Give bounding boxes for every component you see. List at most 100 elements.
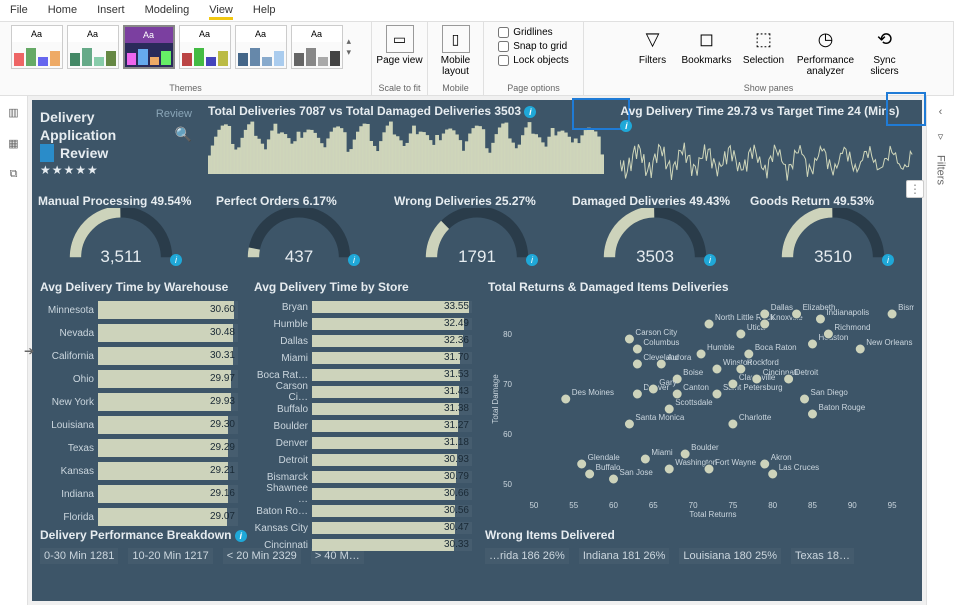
bar-row[interactable]: Denver 31.18 bbox=[254, 436, 472, 450]
svg-text:Bismarck: Bismarck bbox=[898, 303, 914, 312]
bar-row[interactable]: Bismarck 30.79 bbox=[254, 470, 472, 484]
bar-row[interactable]: Nevada 30.48 bbox=[40, 323, 238, 343]
bar-row[interactable]: Buffalo 31.38 bbox=[254, 402, 472, 416]
svg-text:Scottsdale: Scottsdale bbox=[675, 398, 713, 407]
svg-text:Buffalo: Buffalo bbox=[596, 463, 621, 472]
mobile-layout-button[interactable]: ▯Mobile layout bbox=[428, 25, 484, 77]
theme-swatch[interactable]: Aa bbox=[179, 25, 231, 69]
gauge-card[interactable]: Manual Processing 49.54% 3,511 i bbox=[32, 188, 210, 274]
review-link[interactable]: Review bbox=[156, 108, 192, 126]
gauge-card[interactable]: Damaged Deliveries 49.43% 3503 i bbox=[566, 188, 744, 274]
bar-row[interactable]: Ohio 29.97 bbox=[40, 369, 238, 389]
report-canvas[interactable]: ⋮ ➔ Delivery Review Application 🔍 Review bbox=[28, 96, 926, 605]
bar-row[interactable]: Shawnee … 30.66 bbox=[254, 487, 472, 501]
collapse-icon[interactable]: ‹ bbox=[939, 106, 943, 118]
menu-modeling[interactable]: Modeling bbox=[145, 4, 190, 17]
bar-row[interactable]: Dallas 32.36 bbox=[254, 334, 472, 348]
bar-row[interactable]: Bryan 33.55 bbox=[254, 300, 472, 314]
bar-row[interactable]: Indiana 29.16 bbox=[40, 484, 238, 504]
svg-text:Columbus: Columbus bbox=[643, 338, 679, 347]
bar-row[interactable]: California 30.31 bbox=[40, 346, 238, 366]
sync-slicers-button[interactable]: ⟲Sync slicers bbox=[863, 25, 907, 77]
lock-objects-checkbox[interactable]: Lock objects bbox=[498, 55, 569, 66]
bookmarks-pane-button[interactable]: ◻Bookmarks bbox=[679, 25, 735, 77]
info-icon[interactable]: i bbox=[882, 254, 894, 266]
ribbon-group-themes: Aa Aa Aa Aa Aa Aa ▴▾ Themes bbox=[0, 22, 372, 95]
menu-view[interactable]: View bbox=[209, 4, 233, 17]
info-icon[interactable]: i bbox=[526, 254, 538, 266]
svg-text:Des Moines: Des Moines bbox=[572, 388, 614, 397]
scatter-chart: 5055606570758085909550607080Total Return… bbox=[488, 300, 914, 518]
gauge-card[interactable]: Wrong Deliveries 25.27% 1791 i bbox=[388, 188, 566, 274]
bar-row[interactable]: Kansas 29.21 bbox=[40, 461, 238, 481]
bar-row[interactable]: Boulder 31.27 bbox=[254, 419, 472, 433]
gauge-card[interactable]: Goods Return 49.53% 3510 i bbox=[744, 188, 922, 274]
gridlines-checkbox[interactable]: Gridlines bbox=[498, 27, 569, 38]
bar-row[interactable]: Boca Rat… 31.53 bbox=[254, 368, 472, 382]
theme-swatch-selected[interactable]: Aa bbox=[123, 25, 175, 69]
snap-to-grid-checkbox[interactable]: Snap to grid bbox=[498, 41, 569, 52]
theme-swatch[interactable]: Aa bbox=[11, 25, 63, 69]
menu-home[interactable]: Home bbox=[48, 4, 77, 17]
menu-insert[interactable]: Insert bbox=[97, 4, 125, 17]
info-icon[interactable]: i bbox=[348, 254, 360, 266]
total-deliveries-kpi[interactable]: Total Deliveries 7087 vs Total Damaged D… bbox=[200, 100, 612, 188]
menu-file[interactable]: File bbox=[10, 4, 28, 17]
theme-swatch[interactable]: Aa bbox=[291, 25, 343, 69]
performance-analyzer-button[interactable]: ◷Performance analyzer bbox=[793, 25, 859, 77]
svg-text:90: 90 bbox=[848, 501, 857, 510]
svg-text:70: 70 bbox=[503, 380, 512, 389]
gauge-card[interactable]: Perfect Orders 6.17% 437 i bbox=[210, 188, 388, 274]
info-icon[interactable]: i bbox=[704, 254, 716, 266]
bar-row[interactable]: Humble 32.49 bbox=[254, 317, 472, 331]
theme-swatch[interactable]: Aa bbox=[67, 25, 119, 69]
scatter-panel[interactable]: Total Returns & Damaged Items Deliveries… bbox=[480, 274, 922, 522]
bar-row[interactable]: Miami 31.70 bbox=[254, 351, 472, 365]
dashboard: ⋮ ➔ Delivery Review Application 🔍 Review bbox=[32, 100, 922, 601]
bar-row[interactable]: Detroit 30.93 bbox=[254, 453, 472, 467]
bar-row[interactable]: Texas 29.29 bbox=[40, 438, 238, 458]
avg-delivery-time-kpi[interactable]: Avg Delivery Time 29.73 vs Target Time 2… bbox=[612, 100, 922, 188]
svg-text:Total Returns: Total Returns bbox=[689, 510, 736, 518]
wrong-items-panel[interactable]: Wrong Items Delivered …rida 186 26% Indi… bbox=[477, 522, 922, 566]
mobile-icon: ▯ bbox=[442, 25, 470, 53]
svg-text:Elizabeth: Elizabeth bbox=[803, 303, 836, 312]
filters-pane-button[interactable]: ▽Filters bbox=[631, 25, 675, 77]
info-icon[interactable]: i bbox=[170, 254, 182, 266]
store-panel[interactable]: Avg Delivery Time by Store Bryan 33.55 H… bbox=[246, 274, 480, 522]
ribbon: Aa Aa Aa Aa Aa Aa ▴▾ Themes ▭Page view S… bbox=[0, 22, 954, 96]
search-icon[interactable]: 🔍 bbox=[175, 126, 192, 144]
svg-text:Carson City: Carson City bbox=[635, 328, 677, 337]
bar-row[interactable]: Louisiana 29.30 bbox=[40, 415, 238, 435]
info-icon[interactable]: i bbox=[620, 120, 632, 132]
svg-text:Miami: Miami bbox=[651, 448, 673, 457]
svg-text:Aurora: Aurora bbox=[667, 353, 692, 362]
dashboard-title-card: Delivery Review Application 🔍 Review ★★★… bbox=[32, 100, 200, 188]
bar-row[interactable]: Baton Ro… 30.56 bbox=[254, 504, 472, 518]
bar-row[interactable]: New York 29.93 bbox=[40, 392, 238, 412]
model-view-icon[interactable]: ⧉ bbox=[10, 168, 18, 181]
svg-text:50: 50 bbox=[503, 480, 512, 489]
menu-help[interactable]: Help bbox=[253, 4, 276, 17]
selection-pane-button[interactable]: ⬚Selection bbox=[739, 25, 789, 77]
svg-text:70: 70 bbox=[689, 501, 698, 510]
themes-more[interactable]: ▴▾ bbox=[347, 25, 361, 69]
svg-text:65: 65 bbox=[649, 501, 658, 510]
theme-swatch[interactable]: Aa bbox=[235, 25, 287, 69]
page-view-button[interactable]: ▭Page view bbox=[372, 25, 428, 66]
bookmark-icon: ◻ bbox=[693, 25, 721, 53]
warehouse-panel[interactable]: Avg Delivery Time by Warehouse Minnesota… bbox=[32, 274, 246, 522]
mid-row: Avg Delivery Time by Warehouse Minnesota… bbox=[32, 274, 922, 522]
themes-gallery[interactable]: Aa Aa Aa Aa Aa Aa ▴▾ bbox=[11, 25, 361, 69]
svg-text:Detroit: Detroit bbox=[795, 368, 819, 377]
report-view-icon[interactable]: ▥ bbox=[8, 106, 18, 119]
data-view-icon[interactable]: ▦ bbox=[8, 137, 18, 150]
row-nav-arrow-icon[interactable]: ➔ bbox=[24, 344, 34, 358]
bar-row[interactable]: Minnesota 30.60 bbox=[40, 300, 238, 320]
info-icon[interactable]: i bbox=[524, 106, 536, 118]
right-pane-rail: ‹ ▿ Filters bbox=[926, 96, 954, 605]
info-icon[interactable]: i bbox=[235, 530, 247, 542]
filter-icon[interactable]: ▿ bbox=[938, 130, 944, 143]
bar-row[interactable]: Carson Ci… 31.43 bbox=[254, 385, 472, 399]
filters-pane-label[interactable]: Filters bbox=[935, 155, 947, 185]
